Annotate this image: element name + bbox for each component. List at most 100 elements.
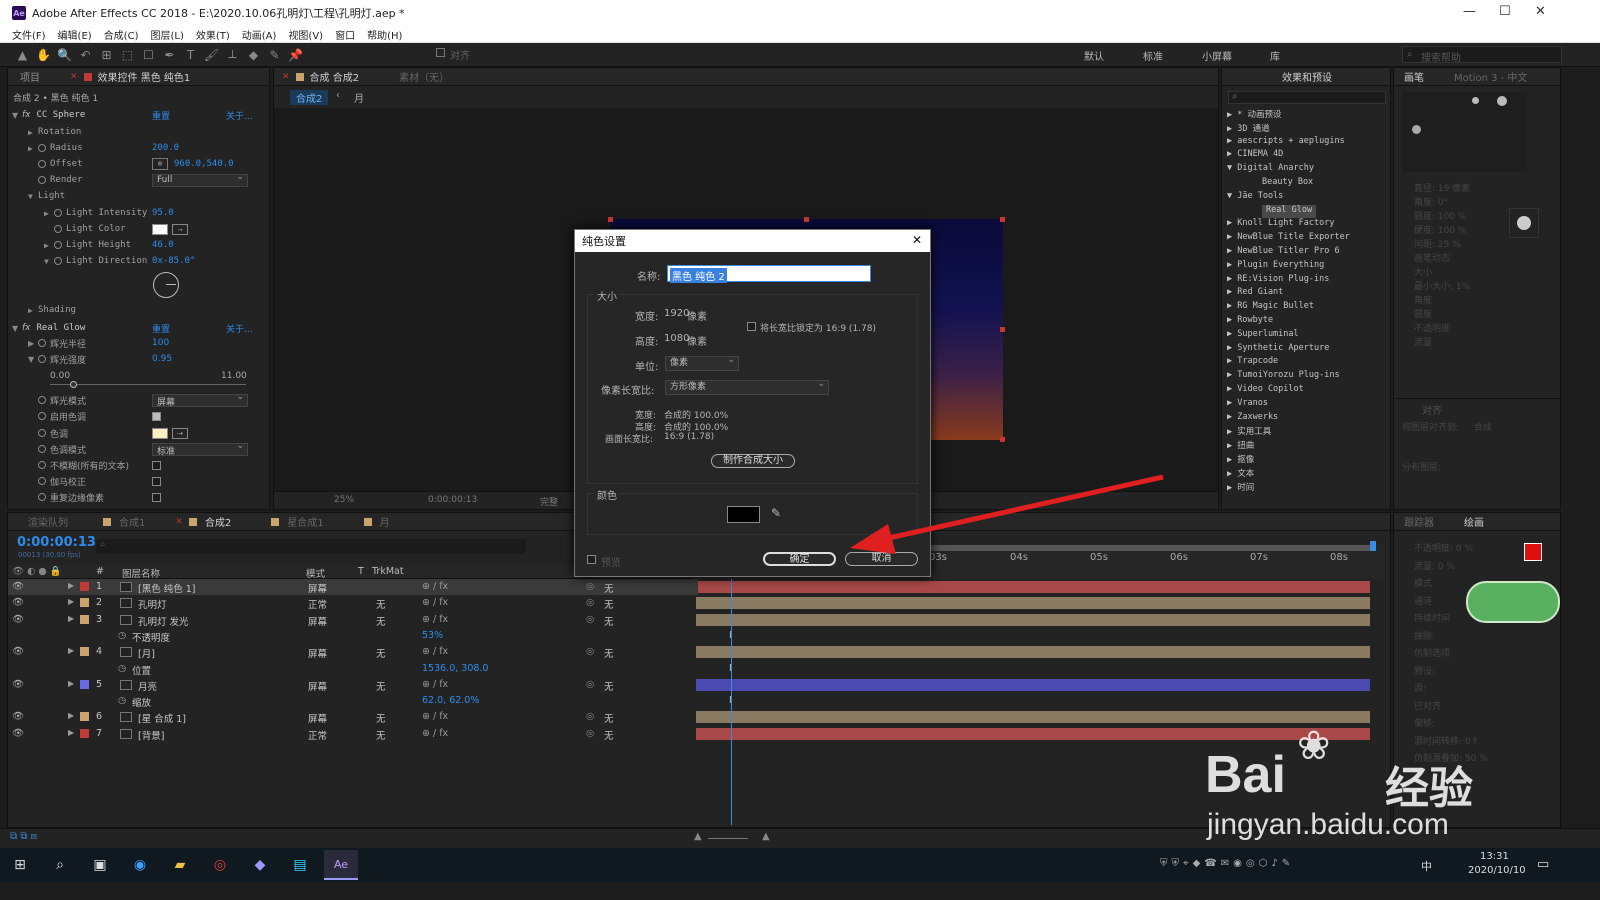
- pixel-aspect-dropdown[interactable]: 方形像素: [665, 378, 829, 395]
- app-icon[interactable]: ◆: [250, 855, 270, 875]
- pickwhip-icon[interactable]: ◎: [586, 679, 594, 690]
- switches-icon[interactable]: ⊕ / fx: [422, 679, 448, 690]
- menu-window[interactable]: 窗口: [329, 27, 361, 42]
- floating-ime-widget[interactable]: [1466, 581, 1560, 623]
- stopwatch-icon[interactable]: ◷: [118, 630, 126, 641]
- expand-triangle-icon[interactable]: ▶: [68, 679, 74, 688]
- maximize-button[interactable]: ☐: [1499, 4, 1511, 19]
- effects-list-item[interactable]: ▶ Plugin Everything: [1227, 260, 1324, 273]
- effects-list-item[interactable]: Real Glow: [1262, 204, 1317, 218]
- parent-dropdown[interactable]: 无: [604, 728, 614, 742]
- tab-render-queue[interactable]: 渲染队列: [28, 514, 68, 529]
- trkmat-dropdown[interactable]: 无: [376, 679, 386, 693]
- trkmat-dropdown[interactable]: 无: [376, 646, 386, 660]
- tab-paint[interactable]: 绘画: [1464, 514, 1484, 529]
- label-color[interactable]: [80, 647, 89, 657]
- layer-name[interactable]: [月]: [138, 646, 155, 660]
- fx-cc-sphere-row[interactable]: ▼ fx CC Sphere 重置 关于...: [8, 107, 271, 123]
- effects-list-item[interactable]: ▶ NewBlue Title Exporter: [1227, 232, 1350, 245]
- property-value[interactable]: 62.0, 62.0%: [422, 695, 479, 706]
- effects-list-item[interactable]: ▶ Knoll Light Factory: [1227, 218, 1334, 231]
- layer-name[interactable]: [背景]: [138, 728, 164, 742]
- enable-tint-checkbox[interactable]: [152, 412, 161, 421]
- effects-list-item[interactable]: ▼ Jãe Tools: [1227, 191, 1283, 204]
- effects-list-item[interactable]: ▶ Trapcode: [1227, 356, 1278, 369]
- prop-light-color[interactable]: Light Color ⇢: [54, 221, 264, 237]
- tab-effects-presets[interactable]: 效果和预设: [1282, 69, 1332, 84]
- label-color[interactable]: [80, 728, 89, 738]
- layer-name[interactable]: [星 合成 1]: [138, 711, 186, 725]
- blend-mode-dropdown[interactable]: 屏幕: [308, 711, 352, 725]
- render-dropdown[interactable]: Full: [152, 172, 248, 187]
- timeline-zoom-slider[interactable]: [708, 838, 748, 839]
- width-value[interactable]: 1920: [664, 308, 689, 319]
- effects-search-input[interactable]: ⌕: [1228, 91, 1386, 104]
- align-panel-title[interactable]: 对齐: [1422, 402, 1442, 417]
- switches-icon[interactable]: ⊕ / fx: [422, 581, 448, 592]
- layer-property-row[interactable]: ◷不透明度53%I: [8, 628, 732, 644]
- visibility-icon[interactable]: 👁: [12, 711, 24, 722]
- task-view-icon[interactable]: ▣: [90, 855, 110, 875]
- trkmat-dropdown[interactable]: 无: [376, 711, 386, 725]
- layer-search-input[interactable]: ⌕: [96, 539, 526, 554]
- parent-dropdown[interactable]: 无: [604, 679, 614, 693]
- minimize-button[interactable]: —: [1463, 4, 1476, 19]
- fx-cc-sphere-reset[interactable]: 重置: [152, 109, 170, 122]
- visibility-icon[interactable]: 👁: [12, 614, 24, 625]
- effects-list-item[interactable]: ▶ NewBlue Titler Pro 6: [1227, 246, 1340, 259]
- visibility-icon[interactable]: 👁: [12, 581, 24, 592]
- fx-real-glow-reset[interactable]: 重置: [152, 322, 170, 335]
- expand-triangle-icon[interactable]: ▶: [68, 581, 74, 590]
- layer-row[interactable]: 👁 ▶ 6 [星 合成 1] 屏幕 无 ⊕ / fx ◎ 无: [8, 709, 698, 725]
- parent-dropdown[interactable]: 无: [604, 614, 614, 628]
- prop-tint[interactable]: 色调 ⇢: [38, 425, 268, 441]
- expand-triangle-icon[interactable]: ▶: [68, 728, 74, 737]
- label-color[interactable]: [80, 614, 89, 624]
- resolution-dropdown[interactable]: 完整: [540, 495, 558, 508]
- app2-icon[interactable]: ▤: [290, 855, 310, 875]
- layer-property-row[interactable]: ◷位置1536.0, 308.0I: [8, 661, 732, 677]
- effects-list-item[interactable]: ▶ TumoiYorozu Plug-ins: [1227, 370, 1340, 383]
- label-color[interactable]: [80, 598, 89, 608]
- close-tab-icon[interactable]: ✕: [274, 72, 290, 82]
- playhead-line[interactable]: [731, 579, 732, 825]
- menu-layer[interactable]: 图层(L): [144, 27, 189, 42]
- tab-footage[interactable]: 素材（无）: [399, 69, 449, 84]
- ok-button[interactable]: 确定: [763, 552, 836, 566]
- unit-dropdown[interactable]: 像素: [665, 354, 739, 371]
- brush-tool-icon[interactable]: 🖌: [203, 46, 220, 63]
- property-value[interactable]: 1536.0, 308.0: [422, 663, 488, 674]
- switches-icon[interactable]: ⊕ / fx: [422, 646, 448, 657]
- layer-duration-bar[interactable]: [696, 646, 1370, 659]
- effects-list-item[interactable]: ▶ 抠像: [1227, 453, 1254, 466]
- trkmat-dropdown[interactable]: 无: [376, 728, 386, 742]
- file-explorer-icon[interactable]: ▰: [170, 855, 190, 875]
- layer-name[interactable]: 月亮: [138, 679, 157, 693]
- layer-name[interactable]: 孔明灯: [138, 597, 167, 611]
- tab-comp1[interactable]: 合成1: [119, 514, 145, 529]
- menu-file[interactable]: 文件(F): [0, 27, 52, 42]
- effects-list-item[interactable]: ▶ 实用工具: [1227, 425, 1271, 438]
- prop-shading[interactable]: ▶ Shading: [28, 302, 76, 318]
- layer-row[interactable]: 👁 ▶ 4 [月] 屏幕 无 ⊕ / fx ◎ 无: [8, 644, 698, 660]
- switches-icon[interactable]: ⊕ / fx: [422, 597, 448, 608]
- zoom-tool-icon[interactable]: 🔍: [56, 46, 73, 63]
- after-effects-taskbar-icon[interactable]: Ae: [324, 850, 358, 880]
- clock-date[interactable]: 2020/10/10: [1468, 865, 1526, 876]
- layer-property-row[interactable]: ◷缩放62.0, 62.0%I: [8, 693, 732, 709]
- roto-tool-icon[interactable]: ✎: [266, 46, 283, 63]
- tab-motion3[interactable]: Motion 3 - 中文: [1454, 69, 1527, 84]
- layer-duration-bar[interactable]: [696, 678, 1370, 691]
- blend-mode-dropdown[interactable]: 屏幕: [308, 581, 352, 595]
- effects-list-item[interactable]: ▶ * 动画预设: [1227, 108, 1281, 121]
- prop-light-direction[interactable]: ▼ Light Direction 0x-85.0°: [44, 253, 264, 269]
- lock-aspect-checkbox[interactable]: [747, 322, 756, 331]
- pickwhip-icon[interactable]: ◎: [586, 581, 594, 592]
- name-input[interactable]: 黑色 纯色 2: [667, 265, 871, 283]
- prop-radius[interactable]: ▶ Radius 200.0: [28, 140, 268, 156]
- pan-behind-tool-icon[interactable]: ⬚: [119, 46, 136, 63]
- effects-list-item[interactable]: ▶ 扭曲: [1227, 439, 1254, 452]
- chrome-icon[interactable]: ◎: [210, 855, 230, 875]
- blend-mode-dropdown[interactable]: 正常: [308, 597, 352, 611]
- prop-glow-radius[interactable]: ▶ 辉光半径 100: [28, 335, 268, 351]
